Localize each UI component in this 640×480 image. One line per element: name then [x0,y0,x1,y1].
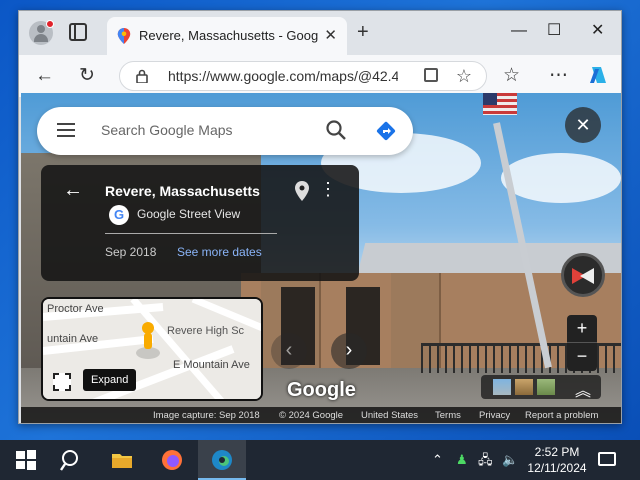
refresh-icon[interactable]: ↻ [79,65,95,87]
compass-icon[interactable] [561,253,605,297]
street-view-panel[interactable]: Search Google Maps ✕ ← Revere, Massachus… [21,93,621,423]
lock-icon [136,69,148,83]
people-icon[interactable]: ♟ [456,452,468,468]
chevron-up-icon[interactable]: ⌃ [432,452,443,468]
image-capture-text: Image capture: Sep 2018 [153,410,260,421]
chevron-up-icon[interactable]: ︽ [575,377,591,401]
more-options-icon[interactable]: ⋮ [319,179,337,199]
zoom-control: + − [567,315,597,371]
directions-icon[interactable] [375,120,397,142]
photo-strip[interactable]: ︽ [481,375,601,401]
privacy-link[interactable]: Privacy [479,410,510,421]
country-link[interactable]: United States [361,410,418,421]
minimize-button[interactable]: — [511,21,527,41]
back-arrow-icon[interactable]: ← [63,179,83,202]
google-logo-icon: G [109,205,129,225]
tab-close-button[interactable]: ✕ [324,26,337,44]
cloud-imagery [501,153,621,203]
close-window-button[interactable]: ✕ [591,21,604,41]
attribution-bar: Image capture: Sep 2018 © 2024 Google Un… [21,407,621,423]
favorite-star-icon[interactable]: ☆ [456,66,472,87]
zoom-out-button[interactable]: − [567,343,597,371]
search-box[interactable]: Search Google Maps [37,107,413,155]
windows-start-icon[interactable] [14,448,38,472]
firefox-icon[interactable] [160,448,184,472]
street-label: E Mountain Ave [173,359,250,371]
network-icon[interactable]: 🖧 [478,452,493,468]
new-tab-button[interactable]: + [357,22,369,42]
maximize-button[interactable]: ☐ [547,21,561,41]
url-text: https://www.google.com/maps/@42.4084,-71… [168,68,398,84]
favorites-icon[interactable]: ☆ [503,65,520,87]
place-title: Revere, Massachusetts [105,183,260,199]
street-label: Proctor Ave [47,303,104,315]
previous-arrow-button[interactable]: ‹ [271,333,307,369]
address-bar[interactable]: https://www.google.com/maps/@42.4084,-71… [119,61,487,91]
photo-thumbnail[interactable] [537,379,555,395]
tab-actions-icon[interactable] [69,23,87,41]
clock-date: 12/11/2024 [527,461,587,475]
minimap[interactable]: Proctor Ave untain Ave E Mountain Ave Re… [41,297,263,401]
photo-thumbnail[interactable] [515,379,533,395]
terms-link[interactable]: Terms [435,410,461,421]
search-icon[interactable] [60,448,84,472]
see-more-dates-link[interactable]: See more dates [177,245,262,259]
expand-tooltip: Expand [83,369,137,391]
street-view-label: Google Street View [137,207,241,221]
notifications-icon[interactable] [598,452,616,466]
clock-time: 2:52 PM [534,445,580,459]
search-icon[interactable] [325,119,347,141]
close-street-view-button[interactable]: ✕ [565,107,601,143]
search-input[interactable]: Search Google Maps [101,122,233,138]
back-arrow-icon[interactable]: ← [35,65,54,87]
flag-imagery [483,93,517,115]
place-info-card: ← Revere, Massachusetts ⋮ G Google Stree… [41,165,359,281]
google-watermark: Google [287,379,356,401]
browser-tab[interactable]: Revere, Massachusetts - Google Maps ✕ [107,17,347,55]
profile-avatar-button[interactable] [29,20,54,45]
copyright-text: © 2024 Google [279,410,344,421]
notification-dot-icon [46,20,54,28]
report-problem-link[interactable]: Report a problem [525,410,598,421]
google-maps-pin-icon [117,28,131,44]
tab-title: Revere, Massachusetts - Google Maps [139,28,319,43]
browser-window: Revere, Massachusetts - Google Maps ✕ + … [18,10,622,424]
pegman-icon[interactable] [135,321,161,361]
file-explorer-icon[interactable] [110,448,134,472]
poi-label: Revere High Sc [167,325,245,337]
zoom-in-button[interactable]: + [567,315,597,343]
browser-toolbar: ← ↻ https://www.google.com/maps/@42.4084… [19,55,621,97]
street-label: untain Ave [47,333,99,345]
divider [105,233,277,234]
next-arrow-button[interactable]: › [331,333,367,369]
edge-icon[interactable] [210,448,234,472]
volume-icon[interactable]: 🔈 [502,452,518,468]
capture-date: Sep 2018 [105,245,157,259]
clock[interactable]: 2:52 PM 12/11/2024 [524,444,590,476]
tab-strip: Revere, Massachusetts - Google Maps ✕ + … [19,11,621,55]
copilot-icon[interactable] [587,63,611,87]
more-menu-icon[interactable]: ⋯ [549,65,568,87]
location-pin-icon[interactable] [295,181,309,201]
hamburger-menu-icon[interactable] [57,123,75,137]
taskbar: ⌃ ♟ 🖧 🔈 2:52 PM 12/11/2024 [0,440,640,480]
expand-icon[interactable] [53,373,71,391]
app-available-icon[interactable] [424,68,438,82]
photo-thumbnail[interactable] [493,379,511,395]
